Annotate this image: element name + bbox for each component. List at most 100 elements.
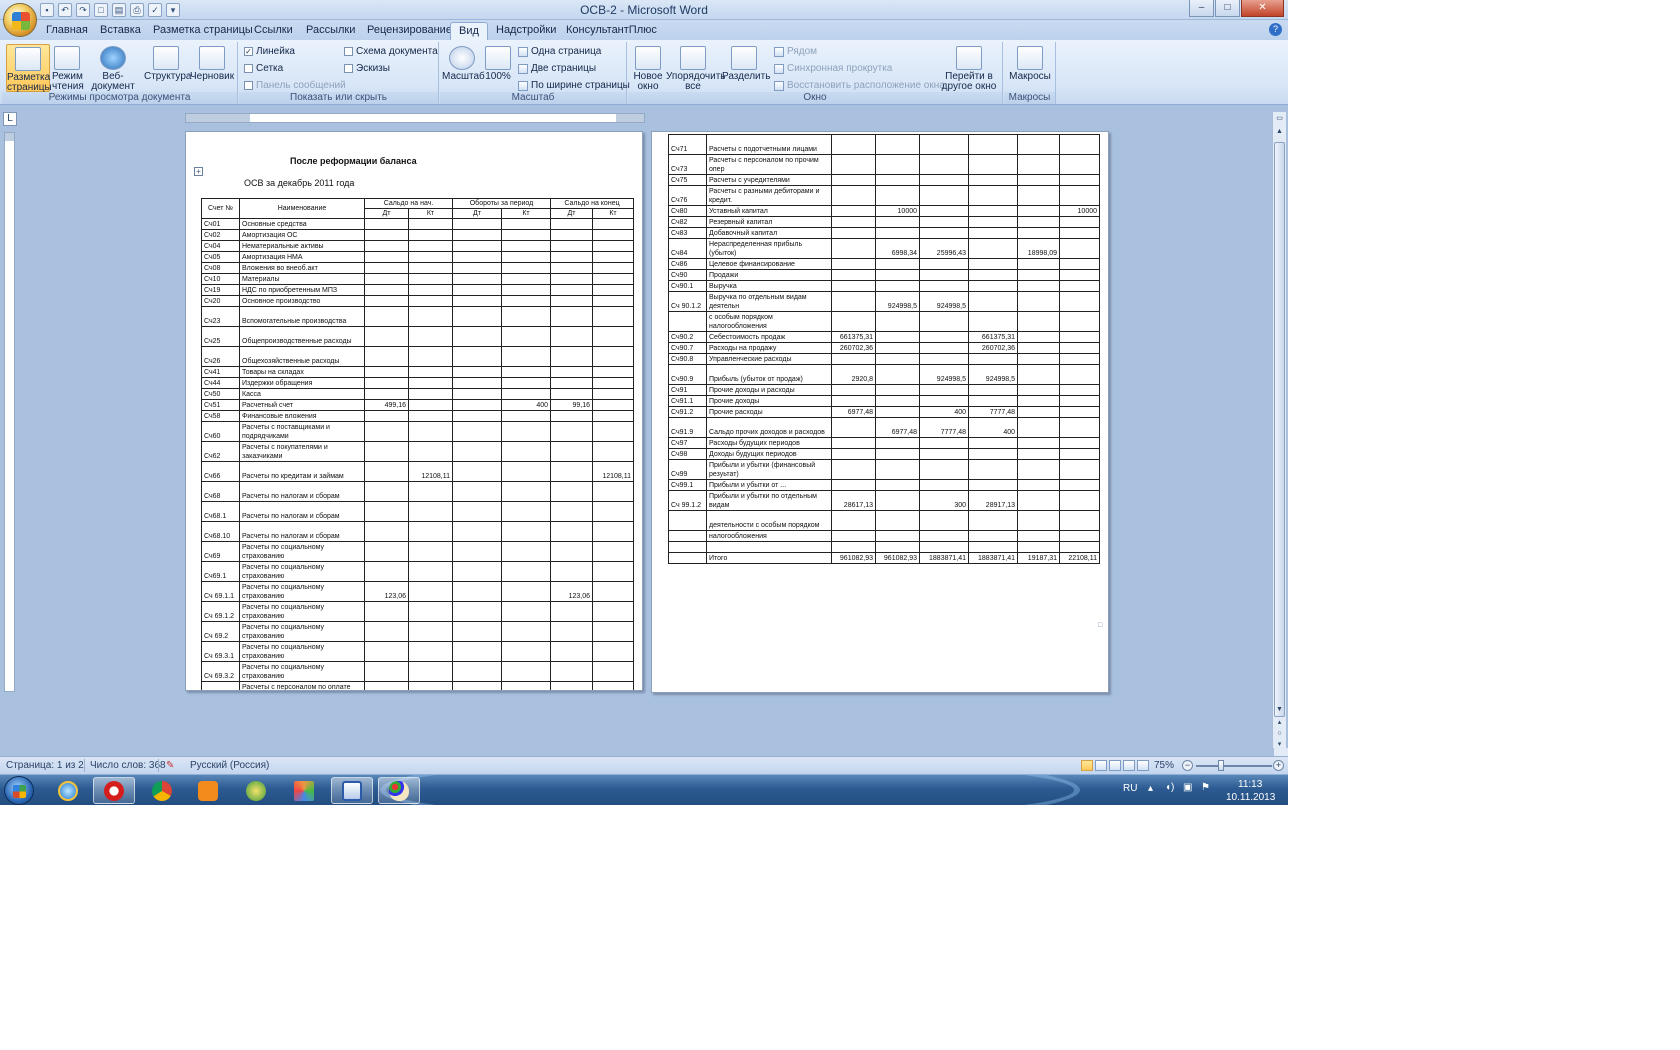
amount-cell[interactable] xyxy=(452,481,502,502)
amount-cell[interactable] xyxy=(875,269,920,281)
amount-cell[interactable] xyxy=(1059,280,1100,292)
proofing-icon[interactable]: ✎ xyxy=(166,760,174,771)
account-cell[interactable]: Сч69.1 xyxy=(201,561,240,582)
amount-cell[interactable] xyxy=(408,621,453,642)
account-name-cell[interactable]: Управленческие расходы xyxy=(706,353,832,365)
amount-cell[interactable] xyxy=(968,227,1018,239)
amount-cell[interactable] xyxy=(501,240,551,252)
account-name-cell[interactable]: Расчеты по социальному страхованию xyxy=(239,561,365,582)
view-web-layout-icon[interactable] xyxy=(1109,760,1121,771)
amount-cell[interactable] xyxy=(968,205,1018,217)
account-cell[interactable]: Сч 69.3.1 xyxy=(201,641,240,662)
amount-cell[interactable] xyxy=(1017,530,1060,542)
account-cell[interactable]: Сч90.2 xyxy=(668,331,707,343)
account-cell[interactable]: Сч01 xyxy=(201,218,240,230)
amount-cell[interactable] xyxy=(831,134,876,155)
amount-cell[interactable] xyxy=(1059,541,1100,553)
amount-cell[interactable] xyxy=(831,459,876,480)
amount-cell[interactable] xyxy=(919,479,969,491)
account-cell[interactable]: Сч99 xyxy=(668,459,707,480)
amount-cell[interactable] xyxy=(364,441,409,462)
amount-cell[interactable] xyxy=(875,510,920,531)
amount-cell[interactable] xyxy=(968,154,1018,175)
amount-cell[interactable] xyxy=(364,421,409,442)
amount-cell[interactable] xyxy=(919,205,969,217)
maximize-button[interactable]: □ xyxy=(1215,0,1240,17)
amount-cell[interactable] xyxy=(831,437,876,449)
zoom-slider[interactable] xyxy=(1196,765,1272,767)
amount-cell[interactable] xyxy=(1017,258,1060,270)
amount-cell[interactable] xyxy=(408,295,453,307)
amount-cell[interactable] xyxy=(968,448,1018,460)
account-cell[interactable]: Сч51 xyxy=(201,399,240,411)
amount-cell[interactable] xyxy=(875,311,920,332)
account-cell[interactable]: Сч60 xyxy=(201,421,240,442)
account-cell[interactable]: Сч 99.1.2 xyxy=(668,490,707,511)
amount-cell[interactable] xyxy=(452,284,502,296)
amount-cell[interactable] xyxy=(452,218,502,230)
account-cell[interactable]: Сч76 xyxy=(668,185,707,206)
amount-cell[interactable] xyxy=(1017,541,1060,553)
amount-cell[interactable]: 28617,13 xyxy=(831,490,876,511)
account-name-cell[interactable]: Расчеты с покупателями и заказчиками xyxy=(239,441,365,462)
amount-cell[interactable] xyxy=(875,530,920,542)
amount-cell[interactable] xyxy=(550,306,593,327)
amount-cell[interactable] xyxy=(1059,364,1100,385)
amount-cell[interactable] xyxy=(919,154,969,175)
amount-cell[interactable] xyxy=(501,481,551,502)
account-cell[interactable]: Сч90 xyxy=(668,269,707,281)
account-cell[interactable]: Сч44 xyxy=(201,377,240,389)
account-cell[interactable]: Сч62 xyxy=(201,441,240,462)
amount-cell[interactable] xyxy=(1059,395,1100,407)
amount-cell[interactable]: 961082,93 xyxy=(831,552,876,564)
account-cell[interactable]: Сч90.8 xyxy=(668,353,707,365)
amount-cell[interactable] xyxy=(919,510,969,531)
amount-cell[interactable] xyxy=(452,641,502,662)
amount-cell[interactable] xyxy=(592,366,634,378)
tab-references[interactable]: Ссылки xyxy=(246,22,301,40)
amount-cell[interactable] xyxy=(452,541,502,562)
amount-cell[interactable] xyxy=(364,218,409,230)
account-cell[interactable]: Сч91.1 xyxy=(668,395,707,407)
amount-cell[interactable] xyxy=(550,421,593,442)
show-hidden-icons-icon[interactable]: ▴ xyxy=(1148,783,1153,794)
amount-cell[interactable] xyxy=(875,364,920,385)
amount-cell[interactable] xyxy=(550,661,593,682)
amount-cell[interactable] xyxy=(592,377,634,389)
amount-cell[interactable] xyxy=(592,621,634,642)
amount-cell[interactable]: 961082,93 xyxy=(875,552,920,564)
amount-cell[interactable] xyxy=(408,481,453,502)
amount-cell[interactable] xyxy=(875,459,920,480)
amount-cell[interactable] xyxy=(831,185,876,206)
account-name-cell[interactable]: Расчеты по социальному страхованию xyxy=(239,661,365,682)
amount-cell[interactable] xyxy=(364,521,409,542)
amount-cell[interactable] xyxy=(831,384,876,396)
amount-cell[interactable] xyxy=(1059,154,1100,175)
amount-cell[interactable] xyxy=(501,541,551,562)
amount-cell[interactable] xyxy=(501,641,551,662)
amount-cell[interactable] xyxy=(452,421,502,442)
amount-cell[interactable] xyxy=(550,541,593,562)
amount-cell[interactable] xyxy=(1017,174,1060,186)
scrollbar-thumb[interactable] xyxy=(1274,142,1285,717)
amount-cell[interactable] xyxy=(831,238,876,259)
amount-cell[interactable] xyxy=(408,661,453,682)
account-name-cell[interactable]: Общехозяйственные расходы xyxy=(239,346,365,367)
amount-cell[interactable] xyxy=(550,621,593,642)
amount-cell[interactable] xyxy=(831,154,876,175)
amount-cell[interactable] xyxy=(968,510,1018,531)
amount-cell[interactable] xyxy=(919,331,969,343)
amount-cell[interactable] xyxy=(919,185,969,206)
account-name-cell[interactable]: Прибыль (убыток от продаж) xyxy=(706,364,832,385)
amount-cell[interactable] xyxy=(501,295,551,307)
amount-cell[interactable] xyxy=(592,240,634,252)
account-name-cell[interactable]: Нематериальные активы xyxy=(239,240,365,252)
amount-cell[interactable] xyxy=(501,410,551,422)
amount-cell[interactable] xyxy=(550,410,593,422)
taskbar-word[interactable] xyxy=(331,777,373,804)
amount-cell[interactable] xyxy=(408,326,453,347)
amount-cell[interactable] xyxy=(364,295,409,307)
amount-cell[interactable] xyxy=(831,448,876,460)
amount-cell[interactable] xyxy=(408,366,453,378)
amount-cell[interactable] xyxy=(919,216,969,228)
